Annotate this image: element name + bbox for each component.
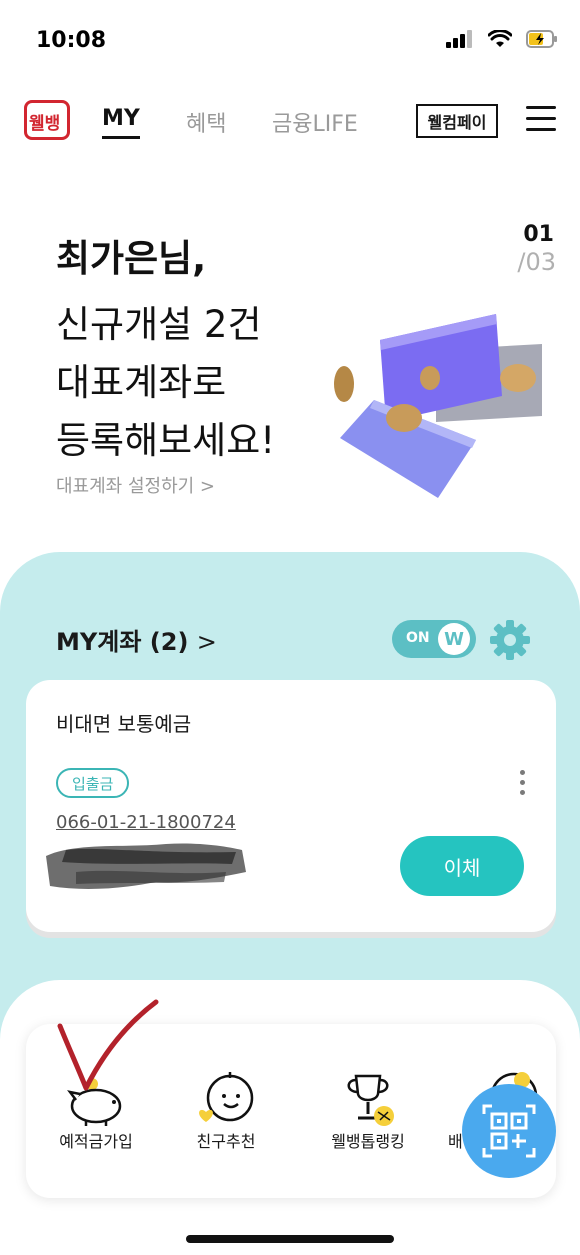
hero-line-1: 신규개설 2건	[56, 303, 262, 346]
hamburger-icon[interactable]	[526, 106, 556, 134]
status-time: 10:08	[36, 28, 107, 53]
quick-menu-label: 웰뱅톱랭킹	[331, 1132, 405, 1151]
gear-icon[interactable]	[488, 618, 532, 662]
my-accounts-header[interactable]: MY계좌 (2) >	[56, 622, 217, 657]
hero-line-2: 대표계좌로	[56, 361, 227, 404]
chevron-right-icon: >	[196, 628, 217, 656]
friend-face-icon	[199, 1072, 254, 1122]
banner-page-total: /03	[517, 248, 556, 276]
welcome-pay-button[interactable]: 웰컴페이	[416, 104, 498, 138]
qr-scan-button[interactable]	[462, 1084, 556, 1178]
brand-logo-text: 웰뱅	[29, 109, 61, 134]
toggle-knob: W	[438, 623, 470, 655]
more-vertical-icon[interactable]	[520, 770, 526, 796]
quick-menu-label: 배	[448, 1132, 463, 1151]
piggy-bank-icon	[67, 1078, 122, 1126]
home-indicator	[186, 1235, 394, 1243]
set-main-account-link[interactable]: 대표계좌 설정하기 >	[56, 472, 215, 498]
masked-balance	[46, 843, 246, 889]
banner-page-current: 01	[523, 222, 554, 247]
wifi-icon	[488, 30, 512, 47]
status-icons	[446, 30, 558, 48]
account-name: 비대면 보통예금	[56, 712, 192, 736]
balance-toggle[interactable]: ON W	[392, 620, 476, 658]
transfer-button[interactable]: 이체	[400, 836, 524, 896]
top-nav: 웰뱅 MY 혜택 금융LIFE 웰컴페이	[0, 90, 580, 150]
account-card[interactable]: 비대면 보통예금 입출금 066-01-21-1800724 이체	[26, 680, 556, 932]
account-number[interactable]: 066-01-21-1800724	[56, 812, 236, 833]
quick-menu-item-referral[interactable]: 친구추천	[156, 1024, 296, 1198]
toggle-label: ON	[406, 630, 430, 646]
status-bar: 10:08	[0, 0, 580, 80]
tab-benefits[interactable]: 혜택	[186, 106, 226, 138]
brand-logo[interactable]: 웰뱅	[24, 100, 70, 140]
quick-menu-item-ranking[interactable]: 웰뱅톱랭킹	[298, 1024, 438, 1198]
signal-icon	[446, 30, 472, 48]
quick-menu-label: 친구추천	[196, 1132, 256, 1151]
tab-my[interactable]: MY	[102, 106, 140, 139]
quick-menu-item-savings[interactable]: 예적금가입	[26, 1024, 166, 1198]
welcome-pay-label: 웰컴페이	[425, 109, 489, 133]
quick-menu-label: 예적금가입	[59, 1132, 133, 1151]
my-accounts-title: MY계좌 (2)	[56, 628, 189, 656]
battery-icon	[526, 30, 557, 48]
account-type-badge: 입출금	[56, 768, 130, 798]
tab-finance-life[interactable]: 금융LIFE	[272, 106, 358, 138]
cards-coins-illustration	[334, 314, 542, 498]
hero-title: 최가은님,	[56, 237, 207, 280]
qr-code-icon	[482, 1104, 536, 1158]
trophy-icon	[347, 1074, 394, 1126]
hero-line-3: 등록해보세요!	[56, 419, 276, 462]
